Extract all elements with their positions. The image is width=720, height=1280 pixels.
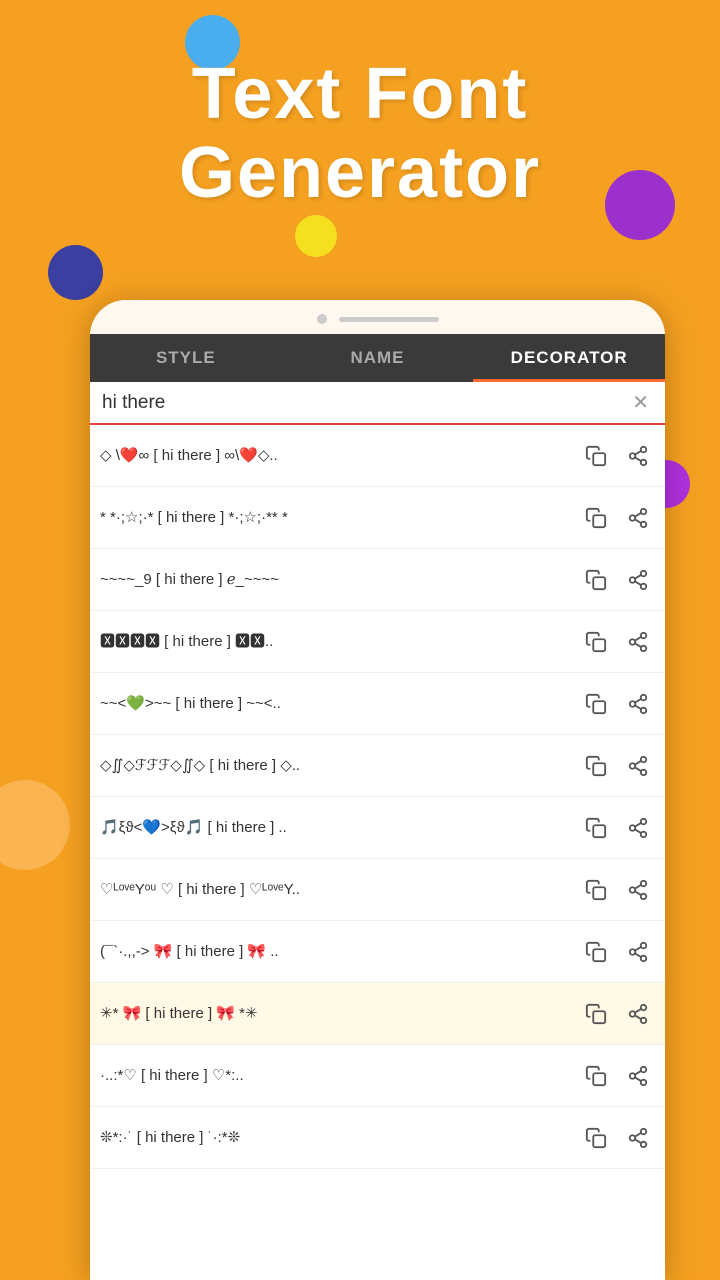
result-actions [579, 935, 655, 969]
result-row: (¯`·.,,-> 🎀 [ hi there ] 🎀 .. [90, 921, 665, 983]
result-actions [579, 687, 655, 721]
copy-button[interactable] [579, 749, 613, 783]
tabs-bar: STYLE NAME DECORATOR [90, 334, 665, 382]
result-actions [579, 997, 655, 1031]
dot-peach-left [0, 780, 70, 870]
result-text: 🆇🆇🆇🆇 [ hi there ] 🆇🆇.. [100, 632, 573, 652]
tab-name[interactable]: NAME [282, 334, 474, 382]
result-text: ✳* 🎀 [ hi there ] 🎀 *✳ [100, 1004, 573, 1024]
dot-blue-left [48, 245, 103, 300]
result-row: 🆇🆇🆇🆇 [ hi there ] 🆇🆇.. [90, 611, 665, 673]
result-text: ~~<💚>~~ [ hi there ] ~~<.. [100, 694, 573, 714]
result-text: * *·;☆;·* [ hi there ] *·;☆;·** * [100, 508, 573, 528]
result-text: ❊*:·˙ [ hi there ] ˙·:*❊ [100, 1128, 573, 1148]
notch-dot [317, 314, 327, 324]
copy-button[interactable] [579, 625, 613, 659]
copy-button[interactable] [579, 1059, 613, 1093]
copy-button[interactable] [579, 563, 613, 597]
search-bar: ✕ [90, 382, 665, 425]
tab-decorator[interactable]: DECORATOR [473, 334, 665, 382]
share-button[interactable] [621, 687, 655, 721]
result-actions [579, 1121, 655, 1155]
tab-style[interactable]: STYLE [90, 334, 282, 382]
result-text: ◇∬◇ℱℱℱ◇∬◇ [ hi there ] ◇.. [100, 756, 573, 776]
result-actions [579, 749, 655, 783]
result-actions [579, 811, 655, 845]
result-row: ♡ᴸᵒᵛᵉYᵒᵘ ♡ [ hi there ] ♡ᴸᵒᵛᵉY.. [90, 859, 665, 921]
result-actions [579, 563, 655, 597]
result-text: (¯`·.,,-> 🎀 [ hi there ] 🎀 .. [100, 942, 573, 962]
result-text: 🎵ξϑ<💙>ξϑ🎵 [ hi there ] .. [100, 818, 573, 838]
share-button[interactable] [621, 439, 655, 473]
copy-button[interactable] [579, 501, 613, 535]
result-row: ◇∬◇ℱℱℱ◇∬◇ [ hi there ] ◇.. [90, 735, 665, 797]
app-title-line1: Text Font [0, 55, 720, 134]
result-text: ~~~~_9 [ hi there ] ℯ_~~~~ [100, 570, 573, 590]
search-input[interactable] [102, 392, 628, 414]
result-actions [579, 873, 655, 907]
result-actions [579, 1059, 655, 1093]
app-title-line2: Generator [0, 134, 720, 213]
share-button[interactable] [621, 935, 655, 969]
share-button[interactable] [621, 873, 655, 907]
share-button[interactable] [621, 563, 655, 597]
share-button[interactable] [621, 997, 655, 1031]
result-text: ·..:*♡ [ hi there ] ♡*:.. [100, 1066, 573, 1086]
copy-button[interactable] [579, 1121, 613, 1155]
result-text: ◇ \❤️∞ [ hi there ] ∞\❤️◇.. [100, 446, 573, 466]
result-row: ·..:*♡ [ hi there ] ♡*:.. [90, 1045, 665, 1107]
result-row: * *·;☆;·* [ hi there ] *·;☆;·** * [90, 487, 665, 549]
result-row: ✳* 🎀 [ hi there ] 🎀 *✳ [90, 983, 665, 1045]
copy-button[interactable] [579, 873, 613, 907]
copy-button[interactable] [579, 811, 613, 845]
results-list: ◇ \❤️∞ [ hi there ] ∞\❤️◇.. * *·;☆;·* [ … [90, 425, 665, 1280]
result-row: 🎵ξϑ<💙>ξϑ🎵 [ hi there ] .. [90, 797, 665, 859]
copy-button[interactable] [579, 439, 613, 473]
notch-bar [339, 317, 439, 322]
copy-button[interactable] [579, 997, 613, 1031]
clear-button[interactable]: ✕ [628, 390, 653, 415]
result-actions [579, 501, 655, 535]
result-row: ~~~~_9 [ hi there ] ℯ_~~~~ [90, 549, 665, 611]
result-row: ~~<💚>~~ [ hi there ] ~~<.. [90, 673, 665, 735]
phone-notch [90, 300, 665, 334]
app-title: Text Font Generator [0, 55, 720, 213]
phone-frame: STYLE NAME DECORATOR ✕ ◇ \❤️∞ [ hi there… [90, 300, 665, 1280]
result-actions [579, 625, 655, 659]
copy-button[interactable] [579, 687, 613, 721]
share-button[interactable] [621, 625, 655, 659]
share-button[interactable] [621, 1059, 655, 1093]
dot-yellow [295, 215, 337, 257]
share-button[interactable] [621, 1121, 655, 1155]
share-button[interactable] [621, 811, 655, 845]
result-row: ❊*:·˙ [ hi there ] ˙·:*❊ [90, 1107, 665, 1169]
share-button[interactable] [621, 501, 655, 535]
result-actions [579, 439, 655, 473]
result-text: ♡ᴸᵒᵛᵉYᵒᵘ ♡ [ hi there ] ♡ᴸᵒᵛᵉY.. [100, 880, 573, 900]
copy-button[interactable] [579, 935, 613, 969]
result-row: ◇ \❤️∞ [ hi there ] ∞\❤️◇.. [90, 425, 665, 487]
share-button[interactable] [621, 749, 655, 783]
